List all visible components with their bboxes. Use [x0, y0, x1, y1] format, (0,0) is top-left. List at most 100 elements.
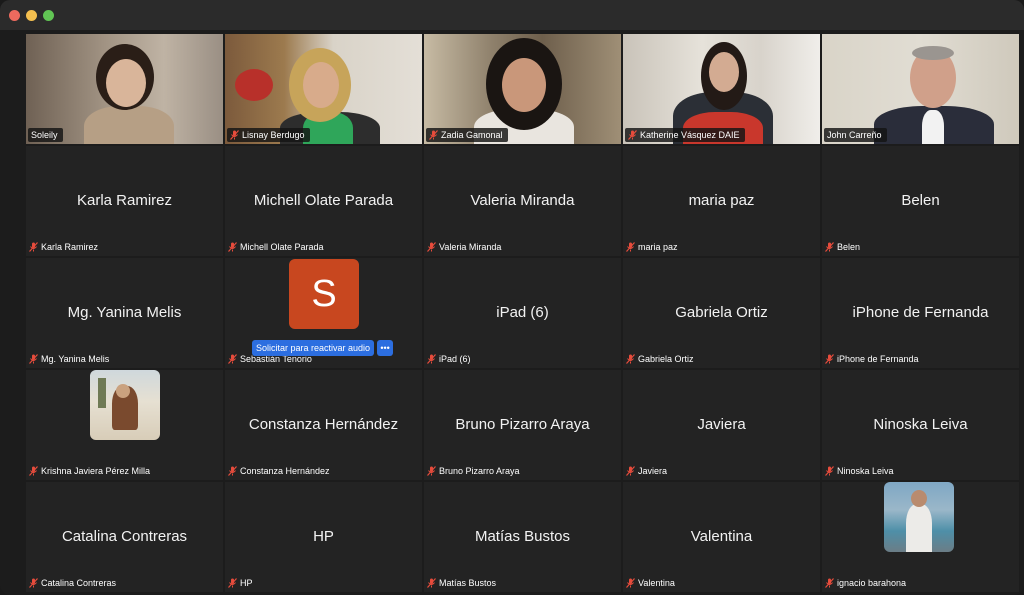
participant-label: iPhone de Fernanda — [822, 352, 924, 366]
muted-mic-icon — [228, 466, 237, 476]
request-unmute-button[interactable]: Solicitar para reactivar audio — [252, 340, 375, 356]
participant-name: Zadia Gamonal — [441, 130, 503, 140]
close-window-button[interactable] — [9, 10, 20, 21]
participant-tile[interactable]: HP HP — [225, 482, 422, 592]
video-tile[interactable]: Soleily — [26, 34, 223, 144]
participant-tile[interactable]: Matías Bustos Matías Bustos — [424, 482, 621, 592]
participant-tile[interactable]: Michell Olate Parada Michell Olate Parada — [225, 146, 422, 256]
muted-mic-icon — [230, 130, 239, 140]
gallery-view: Soleily Lisnay Berdugo Zadia Gamonal Kat… — [26, 34, 1022, 594]
muted-mic-icon — [825, 354, 834, 364]
muted-mic-icon — [427, 466, 436, 476]
participant-tile[interactable]: Catalina Contreras Catalina Contreras — [26, 482, 223, 592]
muted-mic-icon — [228, 242, 237, 252]
minimize-window-button[interactable] — [26, 10, 37, 21]
participant-display-name: Gabriela Ortiz — [675, 304, 768, 321]
unmute-request: Solicitar para reactivar audio ••• — [252, 340, 394, 356]
participant-display-name: Valeria Miranda — [470, 192, 575, 209]
participant-display-name: HP — [313, 528, 334, 545]
participant-display-name: Karla Ramirez — [76, 192, 173, 209]
participant-display-name: Matías Bustos — [474, 528, 571, 545]
participant-label: Lisnay Berdugo — [227, 128, 310, 142]
participant-label: Katherine Vásquez DAIE — [625, 128, 745, 142]
participant-name: Michell Olate Parada — [240, 242, 324, 252]
video-tile[interactable]: Zadia Gamonal — [424, 34, 621, 144]
muted-mic-icon — [427, 242, 436, 252]
maximize-window-button[interactable] — [43, 10, 54, 21]
muted-mic-icon — [628, 130, 637, 140]
muted-mic-icon — [29, 578, 38, 588]
muted-mic-icon — [427, 354, 436, 364]
participant-name: Belen — [837, 242, 861, 252]
participant-tile[interactable]: Bruno Pizarro Araya Bruno Pizarro Araya — [424, 370, 621, 480]
participant-display-name: Constanza Hernández — [248, 416, 399, 433]
participant-tile[interactable]: Krishna Javiera Pérez Milla — [26, 370, 223, 480]
participant-display-name: Bruno Pizarro Araya — [455, 416, 590, 433]
participant-label: John Carreño — [824, 128, 887, 142]
participant-tile[interactable]: iPhone de Fernanda iPhone de Fernanda — [822, 258, 1019, 368]
participant-display-name: Mg. Yanina Melis — [67, 304, 182, 321]
participant-label: Belen — [822, 240, 865, 254]
muted-mic-icon — [228, 578, 237, 588]
participant-tile[interactable]: Javiera Javiera — [623, 370, 820, 480]
muted-mic-icon — [29, 466, 38, 476]
participant-display-name: Michell Olate Parada — [253, 192, 394, 209]
participant-tile[interactable]: Belen Belen — [822, 146, 1019, 256]
more-options-button[interactable]: ••• — [377, 340, 394, 356]
participant-label: Bruno Pizarro Araya — [424, 464, 525, 478]
participant-label: Karla Ramirez — [26, 240, 103, 254]
participant-display-name: Belen — [901, 192, 940, 209]
muted-mic-icon — [228, 354, 237, 364]
participant-name: iPad (6) — [439, 354, 471, 364]
participant-name: Javiera — [638, 466, 668, 476]
participant-display-name: iPhone de Fernanda — [852, 304, 989, 321]
video-tile[interactable]: Lisnay Berdugo — [225, 34, 422, 144]
participant-label: Zadia Gamonal — [426, 128, 508, 142]
participant-label: maria paz — [623, 240, 683, 254]
participant-name: maria paz — [638, 242, 678, 252]
participant-label: Matías Bustos — [424, 576, 501, 590]
participant-tile[interactable]: Karla Ramirez Karla Ramirez — [26, 146, 223, 256]
participant-name: Mg. Yanina Melis — [41, 354, 110, 364]
participant-name: Catalina Contreras — [41, 578, 117, 588]
participant-name: HP — [240, 578, 253, 588]
participant-name: Bruno Pizarro Araya — [439, 466, 520, 476]
participant-tile[interactable]: ignacio barahona — [822, 482, 1019, 592]
muted-mic-icon — [29, 354, 38, 364]
video-tile-active-speaker[interactable]: John Carreño — [822, 34, 1019, 144]
participant-label: iPad (6) — [424, 352, 476, 366]
participant-tile[interactable]: Mg. Yanina Melis Mg. Yanina Melis — [26, 258, 223, 368]
participant-name: Ninoska Leiva — [837, 466, 894, 476]
participant-label: Gabriela Ortiz — [623, 352, 699, 366]
title-bar — [0, 0, 1024, 30]
participant-label: Soleily — [28, 128, 63, 142]
participant-label: Mg. Yanina Melis — [26, 352, 114, 366]
zoom-window: Soleily Lisnay Berdugo Zadia Gamonal Kat… — [0, 0, 1024, 595]
muted-mic-icon — [825, 578, 834, 588]
muted-mic-icon — [825, 466, 834, 476]
participant-tile[interactable]: maria paz maria paz — [623, 146, 820, 256]
muted-mic-icon — [626, 354, 635, 364]
profile-photo — [884, 482, 954, 552]
participant-tile[interactable]: Gabriela Ortiz Gabriela Ortiz — [623, 258, 820, 368]
participant-display-name: Ninoska Leiva — [873, 416, 968, 433]
participant-tile[interactable]: iPad (6) iPad (6) — [424, 258, 621, 368]
participant-name: Matías Bustos — [439, 578, 497, 588]
video-tile[interactable]: Katherine Vásquez DAIE — [623, 34, 820, 144]
participant-display-name: maria paz — [688, 192, 755, 209]
participant-label: Valeria Miranda — [424, 240, 506, 254]
muted-mic-icon — [626, 466, 635, 476]
participant-label: ignacio barahona — [822, 576, 911, 590]
participant-name: Katherine Vásquez DAIE — [640, 130, 740, 140]
participant-tile[interactable]: Valentina Valentina — [623, 482, 820, 592]
participant-tile[interactable]: Ninoska Leiva Ninoska Leiva — [822, 370, 1019, 480]
participant-tile[interactable]: Valeria Miranda Valeria Miranda — [424, 146, 621, 256]
participant-label: Javiera — [623, 464, 672, 478]
participant-display-name: Catalina Contreras — [61, 528, 188, 545]
profile-photo — [90, 370, 160, 440]
participant-tile[interactable]: Constanza Hernández Constanza Hernández — [225, 370, 422, 480]
participant-name: Constanza Hernández — [240, 466, 330, 476]
participant-display-name: iPad (6) — [496, 304, 549, 321]
muted-mic-icon — [29, 242, 38, 252]
muted-mic-icon — [626, 578, 635, 588]
